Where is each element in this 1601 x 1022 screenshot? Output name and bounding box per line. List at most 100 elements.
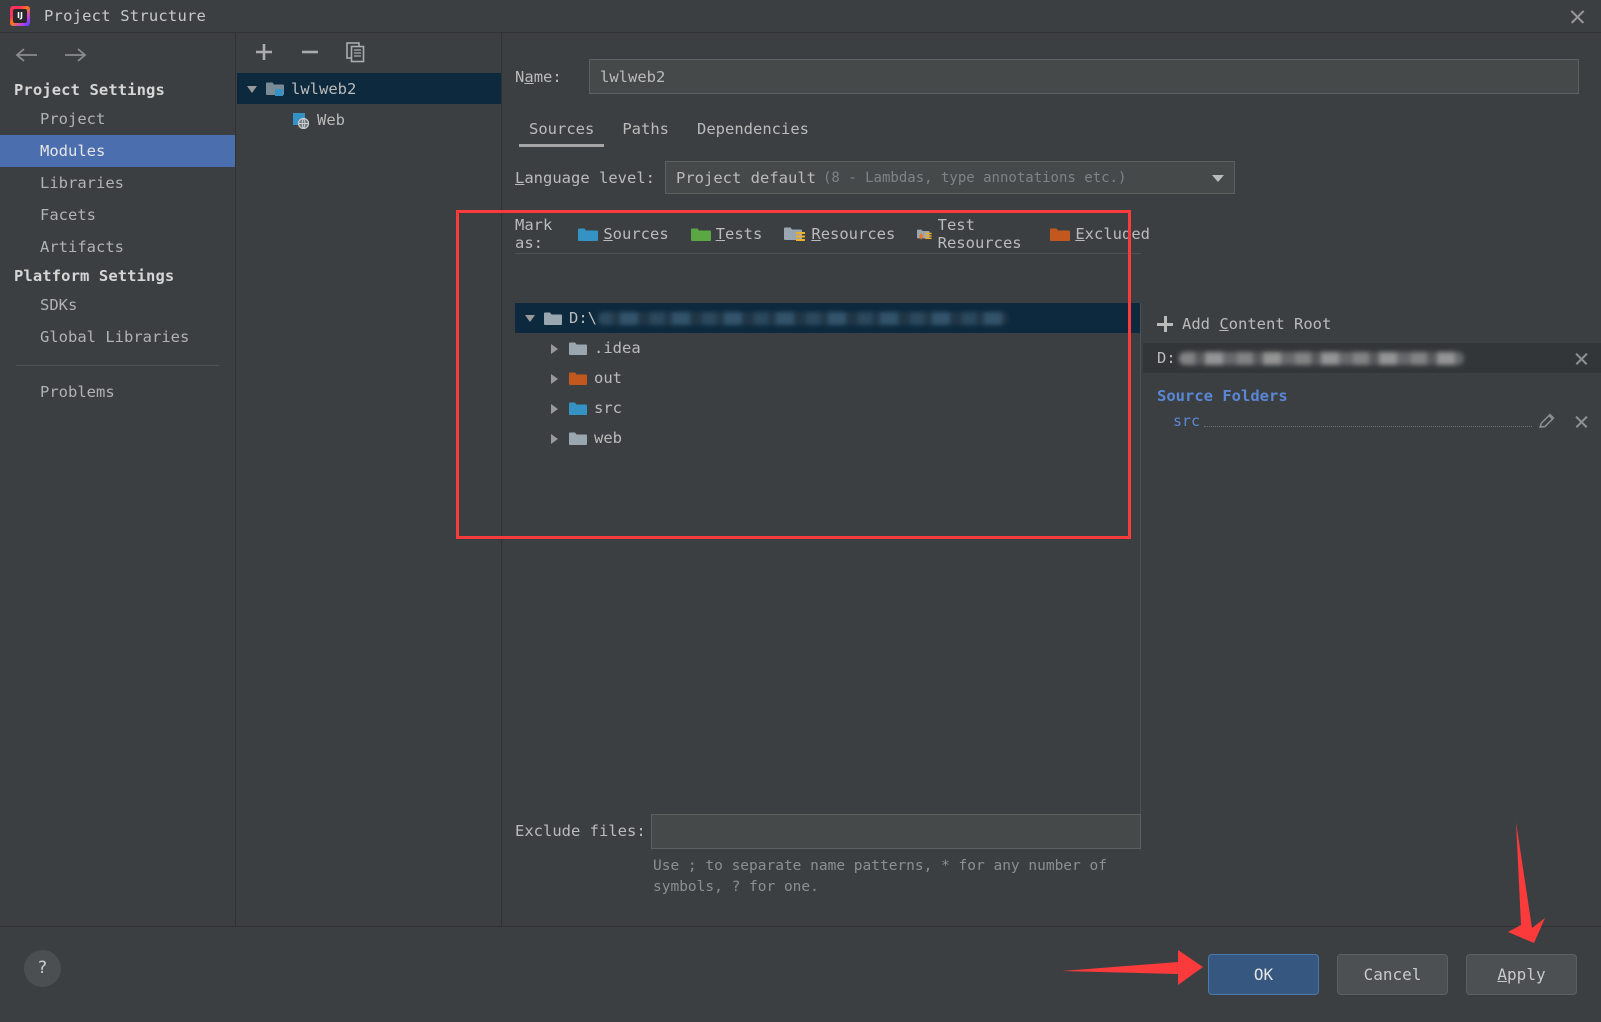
arrow-right-icon[interactable] [62, 44, 88, 66]
add-content-root-label: Add Content Root [1182, 315, 1332, 333]
dialog-buttons: OK Cancel Apply [1208, 954, 1577, 995]
add-module-button[interactable] [251, 39, 277, 65]
mark-as-excluded-label: Excluded [1075, 225, 1150, 243]
module-editor: Name: Sources Paths Dependencies Languag… [503, 33, 1601, 926]
dialog-footer: ? OK Cancel Apply [0, 926, 1601, 1022]
sidebar-item-modules[interactable]: Modules [0, 135, 235, 167]
modules-tree: lwlweb2 Web [237, 71, 501, 135]
plus-icon [1157, 316, 1173, 332]
sidebar-item-problems[interactable]: Problems [0, 376, 235, 408]
module-tree-item-lwlweb2[interactable]: lwlweb2 [237, 73, 501, 104]
sidebar-item-global-libraries[interactable]: Global Libraries [0, 321, 235, 353]
chevron-right-icon[interactable] [548, 399, 566, 417]
exclude-files-label: Exclude files: [515, 822, 646, 841]
intellij-idea-icon [10, 6, 30, 26]
mark-as-sources-label: Sources [603, 225, 669, 243]
content-roots-detail-pane: Add Content Root D: Source Folders src [1143, 303, 1601, 830]
sidebar-item-sdks[interactable]: SDKs [0, 289, 235, 321]
modules-panel: lwlweb2 Web [237, 33, 502, 926]
folder-resources-icon [784, 227, 806, 241]
module-name-input[interactable] [589, 59, 1579, 94]
add-content-root-button[interactable]: Add Content Root [1143, 303, 1601, 343]
pencil-icon[interactable] [1538, 412, 1556, 430]
mark-as-tests-button[interactable]: Tests [690, 225, 763, 243]
sidebar-group-project-settings: Project Settings [14, 81, 165, 99]
tree-row-web[interactable]: web [515, 423, 1140, 453]
tab-dependencies[interactable]: Dependencies [683, 116, 823, 147]
folder-sources-icon [578, 228, 599, 241]
tab-paths[interactable]: Paths [608, 116, 683, 147]
mark-as-label: Mark as: [515, 216, 553, 252]
folder-sources-icon [569, 401, 587, 416]
tree-row-src[interactable]: src [515, 393, 1140, 423]
language-level-value-hint: (8 - Lambdas, type annotations etc.) [822, 169, 1127, 186]
chevron-right-icon[interactable] [548, 429, 566, 447]
content-root-tree: D:\ .idea out src web [515, 303, 1141, 830]
module-tree-item-label: Web [317, 110, 345, 129]
exclude-files-hint: Use ; to separate name patterns, * for a… [653, 857, 1107, 895]
tree-row-label: src [594, 399, 622, 417]
sidebar-item-project[interactable]: Project [0, 103, 235, 135]
source-folder-name: src [1173, 412, 1201, 430]
mark-as-resources-label: Resources [811, 225, 896, 243]
exclude-files-section: Exclude files: Use ; to separate name pa… [515, 813, 1141, 898]
folder-excluded-icon [1050, 228, 1071, 241]
ok-button[interactable]: OK [1208, 954, 1319, 995]
copy-module-button[interactable] [343, 39, 369, 65]
sidebar-divider [16, 365, 219, 366]
language-level-value: Project default [676, 168, 816, 187]
chevron-right-icon[interactable] [548, 339, 566, 357]
redacted-path [598, 311, 1008, 325]
cancel-button[interactable]: Cancel [1337, 954, 1448, 995]
close-icon[interactable] [1567, 7, 1587, 27]
arrow-left-icon[interactable] [14, 44, 40, 66]
folder-icon [569, 431, 587, 446]
chevron-down-icon[interactable] [245, 80, 263, 98]
mark-as-sources-button[interactable]: Sources [578, 225, 669, 243]
module-folder-icon [266, 81, 284, 96]
web-facet-icon [292, 112, 310, 130]
module-tree-item-label: lwlweb2 [291, 79, 357, 98]
remove-module-button[interactable] [297, 39, 323, 65]
chevron-down-icon[interactable] [523, 309, 541, 327]
remove-content-root-icon[interactable] [1574, 351, 1589, 366]
exclude-files-input[interactable] [651, 813, 1141, 849]
module-name-row: Name: [503, 33, 1601, 94]
mark-as-test-resources-label: Test Resources [937, 216, 1022, 252]
modules-toolbar [237, 33, 501, 71]
sidebar-item-facets[interactable]: Facets [0, 199, 235, 231]
folder-icon [569, 341, 587, 356]
sidebar-item-libraries[interactable]: Libraries [0, 167, 235, 199]
folder-test-resources-icon [917, 229, 932, 240]
mark-as-excluded-button[interactable]: Excluded [1050, 225, 1150, 243]
help-button[interactable]: ? [24, 950, 61, 987]
mark-as-resources-button[interactable]: Resources [784, 225, 895, 243]
tree-row-label: out [594, 369, 622, 387]
remove-source-folder-icon[interactable] [1574, 414, 1589, 429]
dotted-leader [1204, 416, 1532, 427]
sidebar-item-artifacts[interactable]: Artifacts [0, 231, 235, 263]
title-bar: Project Structure [0, 0, 1601, 33]
mark-as-tests-label: Tests [715, 225, 763, 243]
tree-row-label: web [594, 429, 622, 447]
tree-row-idea[interactable]: .idea [515, 333, 1140, 363]
language-level-row: Language level: Project default (8 - Lam… [503, 147, 1601, 194]
sidebar-nav [0, 33, 235, 77]
chevron-right-icon[interactable] [548, 369, 566, 387]
module-tabs: Sources Paths Dependencies [503, 94, 1601, 147]
folder-icon [544, 311, 562, 326]
mark-as-test-resources-button[interactable]: Test Resources [917, 216, 1028, 252]
tree-row-out[interactable]: out [515, 363, 1140, 393]
language-level-select[interactable]: Project default (8 - Lambdas, type annot… [665, 161, 1235, 194]
folder-excluded-icon [569, 371, 587, 386]
tree-row-content-root[interactable]: D:\ [515, 303, 1140, 333]
tab-sources[interactable]: Sources [515, 116, 608, 147]
source-folder-row-src[interactable]: src [1143, 408, 1601, 434]
module-tree-item-web[interactable]: Web [237, 104, 501, 135]
sidebar-group-platform-settings: Platform Settings [14, 267, 175, 285]
exclude-files-row: Exclude files: [515, 813, 1141, 849]
folder-tests-icon [690, 228, 711, 241]
content-root-row[interactable]: D: [1143, 343, 1601, 373]
settings-sidebar: Project Settings Project Modules Librari… [0, 33, 236, 926]
apply-button[interactable]: Apply [1466, 954, 1577, 995]
